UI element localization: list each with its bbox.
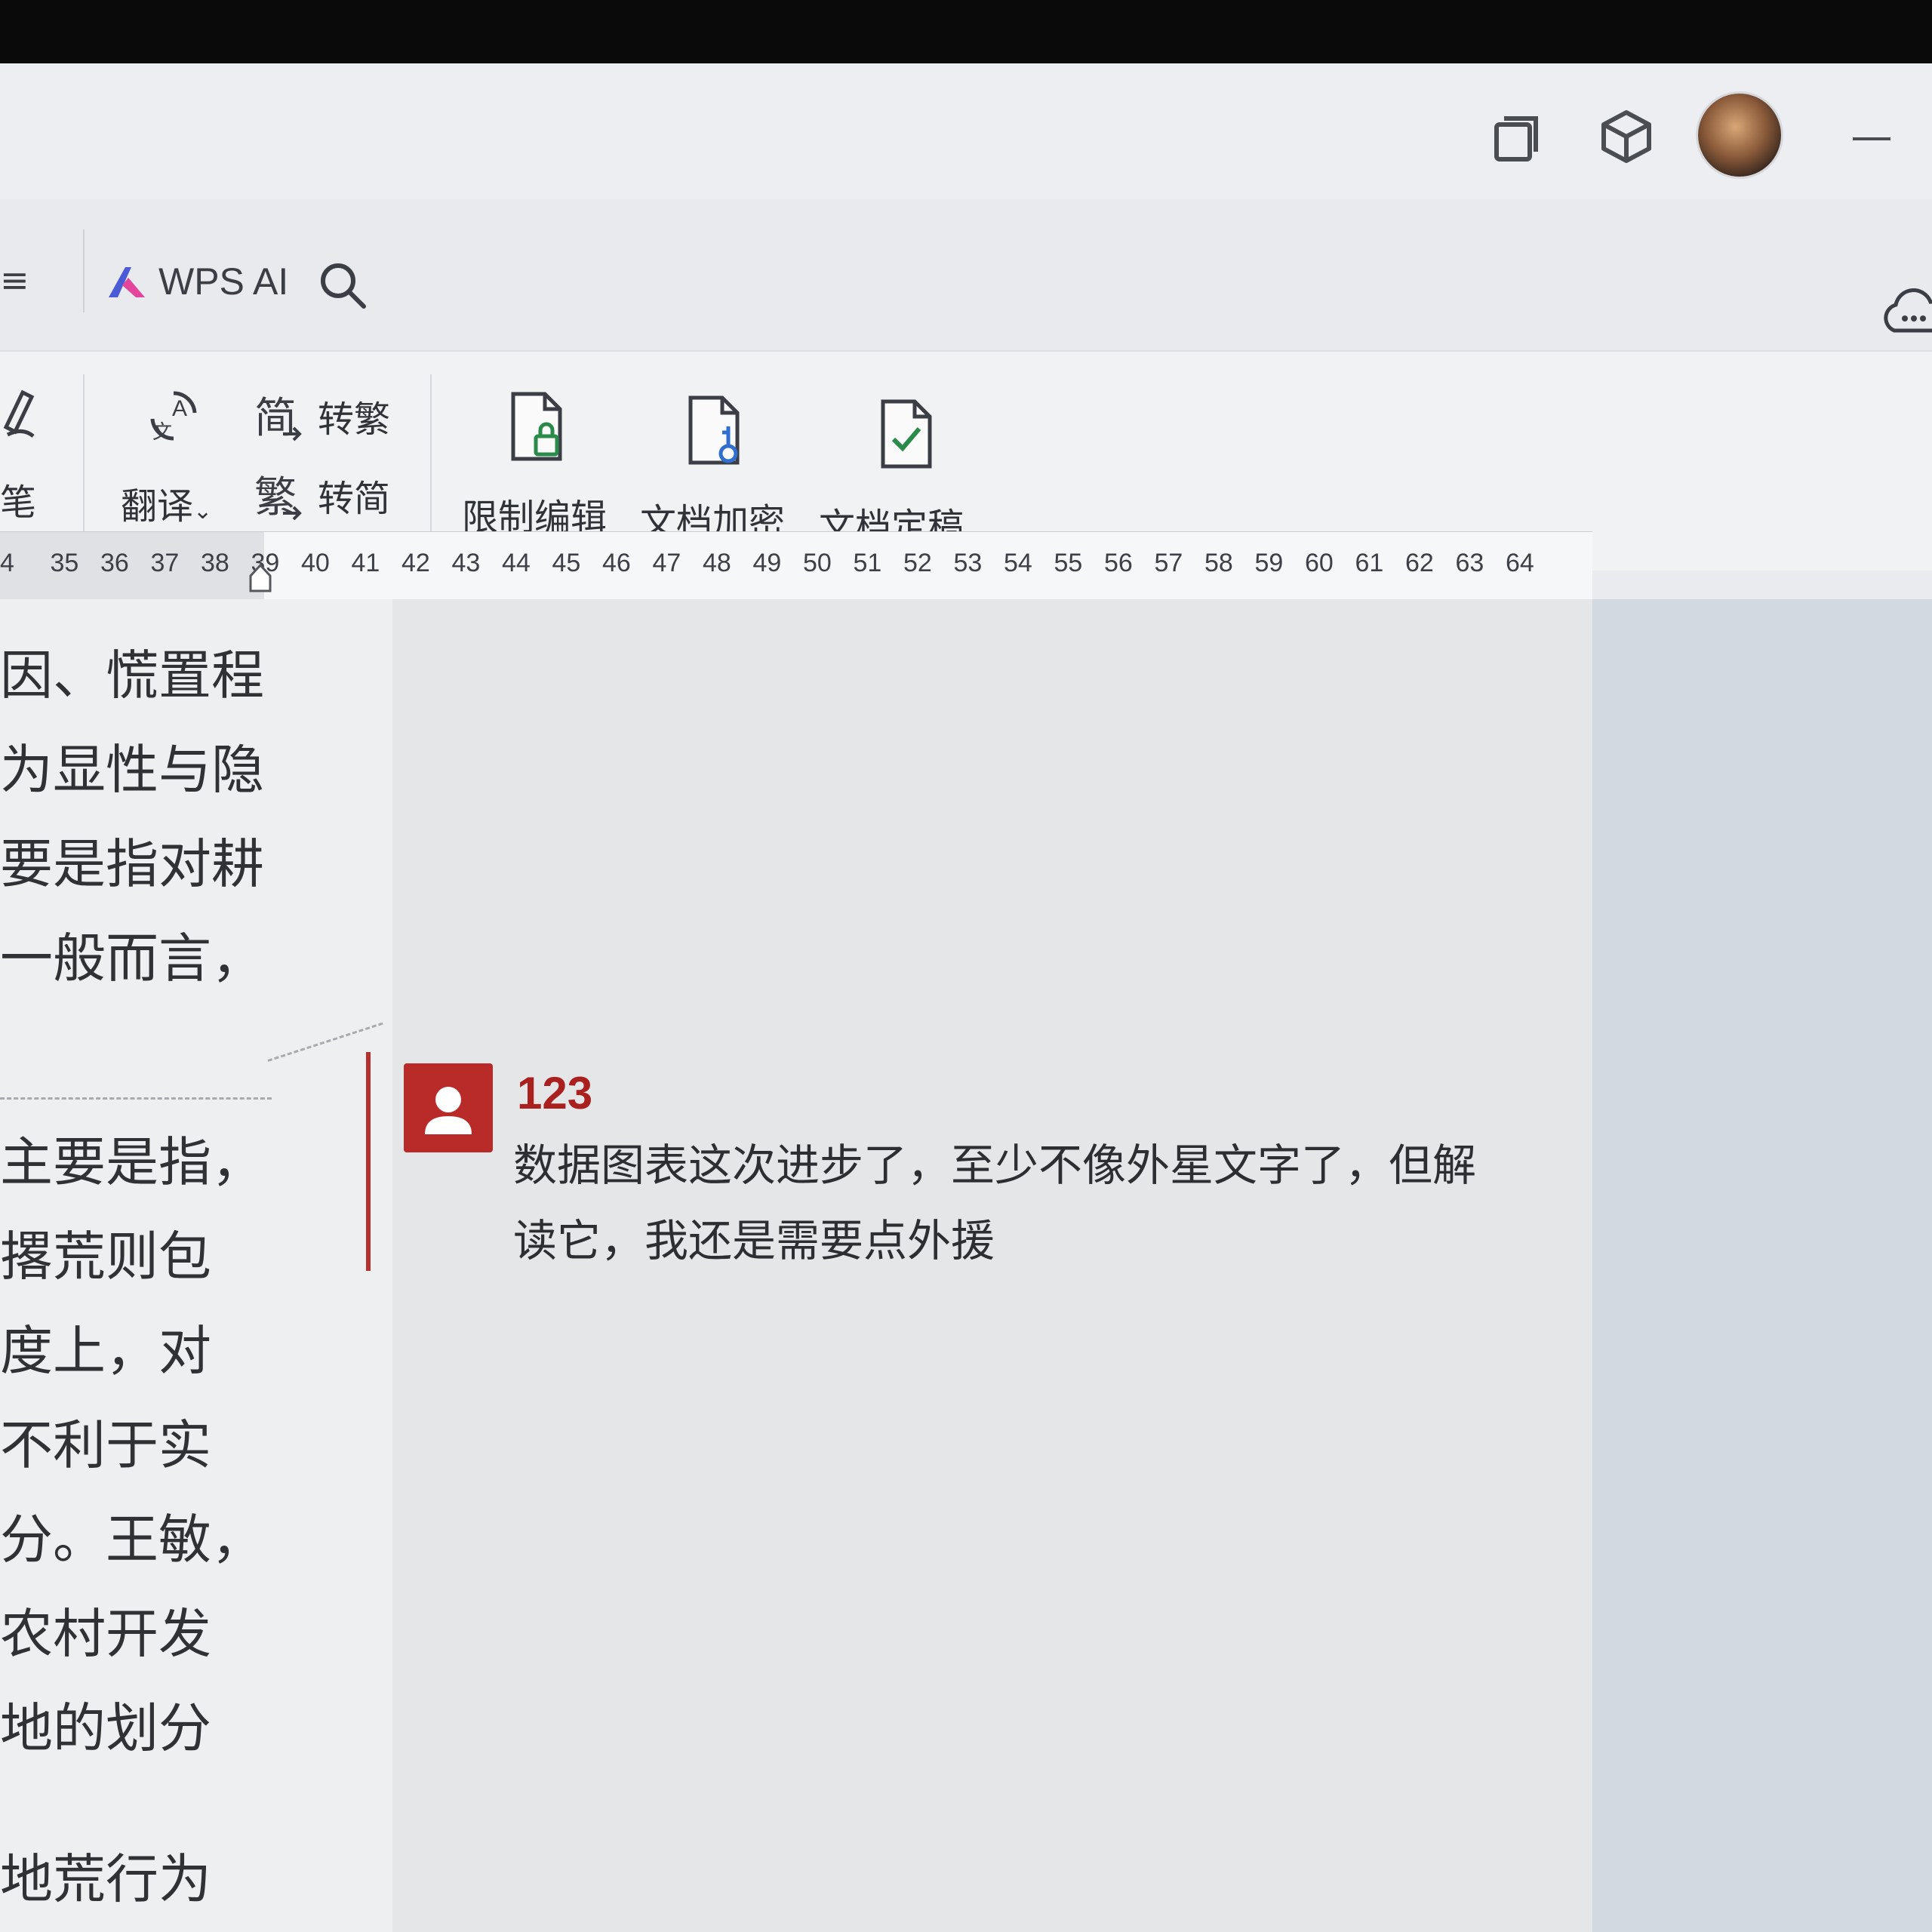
- ruler-tick: 45: [552, 549, 581, 577]
- menu-bar: ≡ WPS AI: [0, 199, 1932, 350]
- to-simplified-button[interactable]: 繁 转简: [253, 469, 390, 521]
- ruler-tick: 57: [1154, 549, 1183, 577]
- ruler-tick: 35: [50, 549, 79, 577]
- ruler-tick: 37: [150, 549, 180, 577]
- ruler-tick: 63: [1455, 549, 1484, 577]
- doc-line: 为显性与隐: [0, 739, 264, 801]
- ruler-tick: 36: [100, 549, 129, 577]
- doc-line: 不利于实: [0, 1414, 211, 1476]
- document-page[interactable]: 因、慌置程 为显性与隐 要是指对耕 一般而言， 主要是指， 撂荒则包 度上，对 …: [0, 599, 392, 1932]
- ribbon-separator: [83, 374, 85, 548]
- wps-ai-logo-icon: [109, 267, 145, 297]
- comment-card[interactable]: 123 数据图表这次进步了，至少不像外星文字了，但解读它，我还是需要点外援: [366, 1052, 1543, 1278]
- search-icon[interactable]: [317, 260, 370, 312]
- ruler-tick: 54: [1004, 549, 1032, 577]
- check-document-icon: [881, 399, 932, 469]
- menu-fragment[interactable]: ≡: [0, 260, 29, 300]
- wps-window: ≡ WPS AI 笔 A 文 翻译⌄ 简 转繁 繁 转简 限制编辑 文档加密 文…: [0, 63, 1932, 1932]
- comment-connector: [0, 1097, 272, 1100]
- ruler-tick: 50: [803, 549, 832, 577]
- to-simplified-label: 转简: [318, 478, 391, 520]
- cloud-sync-icon[interactable]: [1879, 282, 1932, 343]
- comment-text[interactable]: 数据图表这次进步了，至少不像外星文字了，但解读它，我还是需要点外援: [513, 1128, 1517, 1278]
- ruler-tick: 41: [351, 549, 380, 577]
- ruler-tick: 38: [201, 549, 229, 577]
- encrypt-button[interactable]: [683, 393, 751, 478]
- finalize-button[interactable]: [875, 397, 943, 481]
- to-traditional-label: 转繁: [318, 398, 391, 441]
- restrict-edit-button[interactable]: [506, 389, 574, 474]
- ruler-tick: 49: [752, 549, 782, 577]
- ruler-tick: 58: [1204, 549, 1233, 577]
- ruler-tick: 40: [301, 549, 330, 577]
- ruler-tick: 56: [1104, 549, 1133, 577]
- minimize-icon[interactable]: [1849, 131, 1894, 146]
- traditional-char-icon: 繁: [254, 473, 302, 521]
- tab-restore-icon[interactable]: [1487, 109, 1547, 169]
- doc-line: 地荒行为: [0, 1848, 211, 1910]
- ruler-tick: 42: [401, 549, 430, 577]
- pen-icon: [3, 389, 35, 438]
- indent-marker-icon[interactable]: [249, 562, 272, 592]
- key-document-icon: [688, 395, 740, 465]
- ruler-tick: 64: [1506, 549, 1534, 577]
- horizontal-ruler[interactable]: 4 35 36 37 38 39 40 41 42 43 44 45 46 47 48 49 50 51 52 53 5…: [0, 531, 1592, 601]
- doc-line: 撂荒则包: [0, 1226, 211, 1287]
- chevron-down-icon: ⌄: [193, 498, 213, 525]
- ruler-tick: 60: [1305, 549, 1334, 577]
- ruler-tick: 48: [703, 549, 731, 577]
- user-avatar[interactable]: [1698, 94, 1781, 177]
- translate-button[interactable]: A 文: [143, 386, 204, 455]
- pen-label: 笔: [0, 481, 37, 524]
- pen-tool[interactable]: [0, 382, 45, 451]
- simplified-char-icon: 简: [254, 394, 302, 441]
- to-traditional-button[interactable]: 简 转繁: [253, 389, 390, 442]
- wps-ai-button[interactable]: WPS AI: [106, 260, 288, 303]
- ruler-tick: 47: [652, 549, 681, 577]
- doc-line: 一般而言，: [0, 928, 264, 989]
- ribbon-separator: [430, 374, 432, 548]
- svg-text:A: A: [172, 396, 187, 421]
- doc-line: 要是指对耕: [0, 833, 264, 895]
- comment-accent-bar: [366, 1052, 371, 1271]
- doc-line: 度上，对: [0, 1320, 211, 1382]
- 3d-box-icon[interactable]: [1592, 103, 1660, 171]
- ruler-tick: 43: [451, 549, 481, 577]
- menu-separator: [83, 229, 85, 312]
- ruler-tick: 52: [903, 549, 932, 577]
- doc-line: 因、慌置程: [0, 645, 264, 706]
- ruler-tick: 46: [602, 549, 631, 577]
- translate-label[interactable]: 翻译⌄: [121, 476, 212, 529]
- comment-avatar-icon: [404, 1063, 493, 1152]
- ruler-tick: 59: [1254, 549, 1284, 577]
- title-bar: [0, 63, 1932, 199]
- ruler-tick: 55: [1054, 549, 1083, 577]
- doc-line: 农村开发: [0, 1603, 211, 1665]
- comment-author: 123: [517, 1068, 593, 1118]
- ruler-tick: 44: [502, 549, 531, 577]
- wps-ai-label: WPS AI: [158, 260, 289, 303]
- ruler-tick: 51: [853, 549, 882, 577]
- doc-line: 主要是指，: [0, 1131, 264, 1193]
- ruler-tick: 53: [953, 549, 983, 577]
- ruler-tick: 62: [1405, 549, 1434, 577]
- lock-document-icon: [511, 392, 562, 461]
- translate-icon: A 文: [150, 391, 197, 444]
- ruler-tick: 61: [1355, 549, 1384, 577]
- doc-line: 分。王敏，: [0, 1509, 264, 1571]
- doc-line: 地的划分: [0, 1697, 211, 1759]
- document-area: 因、慌置程 为显性与隐 要是指对耕 一般而言， 主要是指， 撂荒则包 度上，对 …: [0, 599, 1932, 1932]
- svg-text:文: 文: [152, 421, 172, 444]
- ruler-tick: 4: [0, 549, 14, 577]
